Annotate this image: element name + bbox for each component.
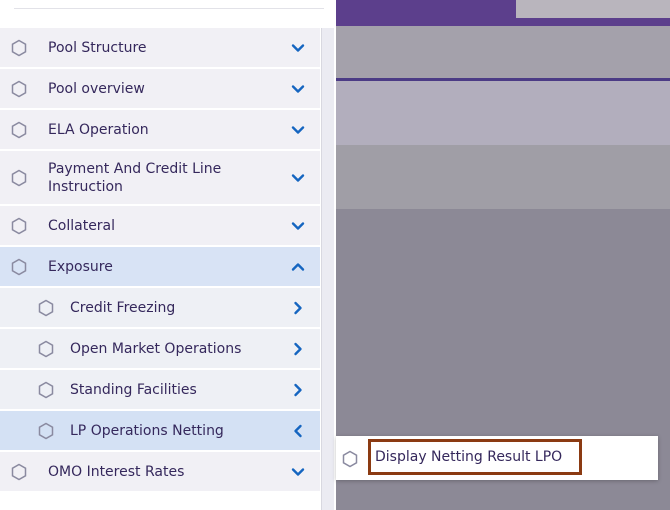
- sidebar-item-label: Pool overview: [48, 80, 145, 97]
- hexagon-icon: [36, 421, 56, 441]
- sidebar-item-collateral[interactable]: Collateral: [0, 206, 320, 247]
- hexagon-icon: [9, 38, 29, 58]
- sidebar-item-exposure[interactable]: Exposure: [0, 247, 320, 288]
- sidebar-item-label: Exposure: [48, 258, 113, 275]
- sidebar-subitem-label: Credit Freezing: [70, 299, 176, 316]
- chevron-down-icon[interactable]: [290, 40, 306, 56]
- sidebar-subitem-lp-operations-netting[interactable]: LP Operations Netting: [0, 411, 320, 452]
- chevron-left-icon[interactable]: [290, 423, 306, 439]
- sidebar-item-pool-structure[interactable]: Pool Structure: [0, 28, 320, 69]
- hexagon-icon: [36, 298, 56, 318]
- hexagon-icon: [340, 449, 360, 469]
- hexagon-icon: [9, 462, 29, 482]
- sidebar-menu: Pool Structure Pool overview ELA Operati…: [0, 0, 336, 510]
- sidebar-subitem-label: Standing Facilities: [70, 381, 197, 398]
- chevron-right-icon[interactable]: [290, 382, 306, 398]
- chevron-down-icon[interactable]: [290, 81, 306, 97]
- sidebar-item-ela-operation[interactable]: ELA Operation: [0, 110, 320, 151]
- background-panel: [336, 81, 670, 145]
- chevron-down-icon[interactable]: [290, 464, 306, 480]
- sidebar-item-pool-overview[interactable]: Pool overview: [0, 69, 320, 110]
- hexagon-icon: [9, 168, 29, 188]
- sidebar-subitem-open-market-operations[interactable]: Open Market Operations: [0, 329, 320, 370]
- sidebar-subitem-label: LP Operations Netting: [70, 422, 224, 439]
- sidebar-item-omo-interest-rates[interactable]: OMO Interest Rates: [0, 452, 320, 493]
- sidebar-divider: [14, 8, 324, 9]
- sidebar-header: [0, 0, 336, 28]
- sidebar-item-label: ELA Operation: [48, 121, 149, 138]
- chevron-right-icon[interactable]: [290, 341, 306, 357]
- sidebar-item-label: Payment And Credit Line Instruction: [48, 160, 222, 195]
- hexagon-icon: [9, 257, 29, 277]
- background-header: [336, 26, 670, 78]
- sidebar-subitem-credit-freezing[interactable]: Credit Freezing: [0, 288, 320, 329]
- sidebar-item-label: OMO Interest Rates: [48, 463, 185, 480]
- display-netting-result-lpo-link[interactable]: Display Netting Result LPO: [368, 439, 582, 475]
- hexagon-icon: [9, 120, 29, 140]
- sidebar-subitem-standing-facilities[interactable]: Standing Facilities: [0, 370, 320, 411]
- topbar-button: [516, 0, 670, 18]
- chevron-down-icon[interactable]: [290, 122, 306, 138]
- sidebar-item-label: Pool Structure: [48, 39, 147, 56]
- hexagon-icon: [36, 339, 56, 359]
- chevron-down-icon[interactable]: [290, 218, 306, 234]
- sidebar-item-label: Collateral: [48, 217, 116, 234]
- hexagon-icon: [9, 79, 29, 99]
- chevron-right-icon[interactable]: [290, 300, 306, 316]
- sidebar-item-payment-credit-line[interactable]: Payment And Credit Line Instruction: [0, 151, 320, 206]
- chevron-down-icon[interactable]: [290, 170, 306, 186]
- chevron-up-icon[interactable]: [290, 259, 306, 275]
- sidebar-scrollbar[interactable]: [321, 28, 334, 510]
- hexagon-icon: [36, 380, 56, 400]
- submenu-flyout: Display Netting Result LPO: [336, 436, 658, 480]
- hexagon-icon: [9, 216, 29, 236]
- sidebar-menu-list: Pool Structure Pool overview ELA Operati…: [0, 28, 320, 493]
- background-panel-secondary: [336, 145, 670, 209]
- sidebar-subitem-label: Open Market Operations: [70, 340, 242, 357]
